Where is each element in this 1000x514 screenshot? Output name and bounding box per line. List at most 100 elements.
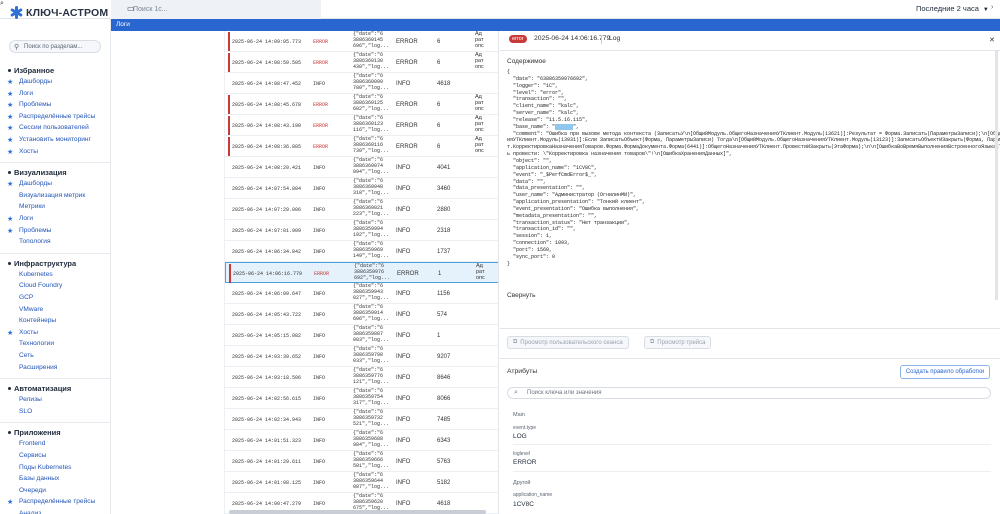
sidebar-section-4[interactable]: Приложения (8, 428, 61, 437)
log-row[interactable]: 2025-06-24 14:07:54.804 INFO {"date":"6 388… (225, 178, 498, 199)
sidebar-item[interactable]: Технологии (19, 340, 54, 347)
sidebar-section-0[interactable]: Избранное (8, 66, 54, 75)
sidebar-section-2[interactable]: Инфраструктура (8, 259, 76, 268)
global-search-input[interactable]: Поиск 1с... (111, 0, 321, 19)
close-icon[interactable]: ✕ (989, 36, 995, 44)
sidebar-item[interactable]: Сеть (19, 352, 34, 359)
sidebar-item[interactable]: ★ Дашборды (7, 180, 52, 188)
log-row[interactable]: 2025-06-24 14:07:29.006 INFO {"date":"6 388… (225, 199, 498, 220)
sidebar-item[interactable]: Базы данных (19, 475, 59, 482)
sidebar-item[interactable]: Релизы (19, 396, 42, 403)
star-icon[interactable]: ★ (7, 227, 13, 235)
sidebar-item[interactable]: Kubernetes (19, 271, 53, 278)
sidebar-item[interactable]: Метрики (19, 203, 45, 210)
horizontal-scrollbar[interactable] (229, 510, 486, 514)
star-icon[interactable]: ★ (7, 78, 13, 86)
star-icon[interactable]: ★ (7, 498, 13, 506)
log-row[interactable]: 2025-06-24 14:01:29.611 INFO {"date":"6 388… (225, 451, 498, 472)
log-row[interactable]: 2025-06-24 14:01:51.323 INFO {"date":"6 388… (225, 430, 498, 451)
view-user-session-button[interactable]: ⧉ Просмотр пользовательского сеанса (507, 336, 629, 349)
sidebar-item[interactable]: Анализ (19, 510, 41, 514)
log-row[interactable]: 2025-06-24 14:02:34.943 INFO {"date":"6 388… (225, 409, 498, 430)
log-row[interactable]: 2025-06-24 14:08:20.421 INFO {"date":"6 388… (225, 157, 498, 178)
log-row[interactable]: 2025-06-24 14:09:05.773 ERROR {"date":"6 38… (225, 31, 498, 52)
log-row[interactable]: 2025-06-24 14:05:43.722 INFO {"date":"6 388… (225, 304, 498, 325)
star-icon[interactable]: ★ (7, 148, 13, 156)
log-row[interactable]: 2025-06-24 14:05:15.082 INFO {"date":"6 388… (225, 325, 498, 346)
sidebar-item[interactable]: ★ Распределённые трейсы (7, 112, 96, 121)
sidebar-item[interactable]: Топология (19, 238, 51, 245)
sidebar-item[interactable]: ★ Хосты (7, 148, 38, 156)
log-row[interactable]: 2025-06-24 14:07:01.909 INFO {"date":"6 388… (225, 220, 498, 241)
log-row[interactable]: 2025-06-24 14:03:18.506 INFO {"date":"6 388… (225, 367, 498, 388)
log-row[interactable]: 2025-06-24 14:08:50.505 ERROR {"date":"6 38… (225, 52, 498, 73)
log-row[interactable]: 2025-06-24 14:08:43.190 ERROR {"date":"6 38… (225, 115, 498, 136)
log-row[interactable]: 2025-06-24 14:06:34.842 INFO {"date":"6 388… (225, 241, 498, 262)
sidebar-search-input[interactable]: ⚲ Поиск по разделам... (9, 40, 101, 53)
sidebar-section-3[interactable]: Автоматизация (8, 384, 71, 393)
star-icon[interactable]: ★ (7, 180, 13, 188)
star-icon[interactable]: ★ (7, 101, 13, 109)
bullet-icon (8, 69, 11, 72)
create-rule-button[interactable]: Создать правило обработки (900, 365, 990, 379)
log-row[interactable]: 2025-06-24 14:06:16.779 ERROR {"date":"6 38… (225, 262, 498, 283)
sidebar-item[interactable]: ★ Проблемы (7, 101, 51, 109)
sidebar-item[interactable]: Cloud Foundry (19, 282, 62, 289)
log-extra: Ад рат опс (476, 263, 485, 281)
star-icon[interactable]: ★ (7, 113, 13, 121)
log-row[interactable]: 2025-06-24 14:03:39.652 INFO {"date":"6 388… (225, 346, 498, 367)
attr-value[interactable]: LOG (513, 433, 527, 440)
attribute-search-input[interactable]: ⌕ Поиск ключа или значения (507, 387, 991, 399)
sidebar-item[interactable]: ★ Дашборды (7, 78, 52, 86)
star-icon[interactable]: ★ (7, 90, 13, 98)
sidebar-section-1[interactable]: Визуализация (8, 168, 67, 177)
global-search-placeholder: Поиск 1с... (133, 6, 168, 13)
terminal-icon[interactable]: ▭ (127, 4, 135, 13)
log-content: {"date":"6 3886359887 003","log... (353, 325, 389, 343)
sidebar-item[interactable]: ★ Логи (7, 90, 33, 98)
sidebar-item[interactable]: ★ Логи (7, 215, 33, 223)
log-value: 4041 (437, 165, 451, 171)
star-icon[interactable]: ★ (7, 215, 13, 223)
view-trace-button[interactable]: ⧉ Просмотр трейса (644, 336, 712, 349)
sidebar-item[interactable]: ★ Распределённые трейсы (7, 498, 95, 506)
log-level: INFO (313, 186, 326, 192)
sidebar-item[interactable]: GCP (19, 294, 33, 301)
attr-value[interactable]: 1CV8C (513, 501, 534, 508)
sidebar-item[interactable]: ★ Сессии пользователей (7, 124, 89, 132)
chevron-right-icon[interactable]: › (991, 4, 993, 11)
sidebar-item-label: Распределённые трейсы (19, 112, 96, 120)
sidebar-item[interactable]: SLO (19, 408, 32, 415)
sidebar-item[interactable]: VMware (19, 306, 43, 313)
time-range-selector[interactable]: Последние 2 часа ▼ (916, 4, 989, 13)
bullet-icon (8, 431, 11, 435)
sidebar-item[interactable]: Визуализация метрик (19, 192, 85, 199)
app-logo[interactable]: КЛЮЧ-АСТРОМ (10, 6, 108, 19)
log-row[interactable]: 2025-06-24 14:08:45.678 ERROR {"date":"6 38… (225, 94, 498, 115)
sidebar-item[interactable]: Расширения (19, 364, 57, 371)
star-icon[interactable]: ★ (7, 124, 13, 132)
log-row[interactable]: 2025-06-24 14:06:09.647 INFO {"date":"6 388… (225, 283, 498, 304)
log-value: 1737 (437, 249, 451, 255)
log-loglevel: INFO (396, 186, 411, 192)
sidebar-item[interactable]: ★ Хосты (7, 329, 38, 337)
sidebar-item[interactable]: Очереди (19, 487, 46, 494)
collapse-link[interactable]: Свернуть (507, 292, 536, 299)
attr-value[interactable]: ERROR (513, 459, 536, 466)
breadcrumb-label[interactable]: Логи (116, 21, 130, 28)
log-row[interactable]: 2025-06-24 14:02:56.615 INFO {"date":"6 388… (225, 388, 498, 409)
star-icon[interactable]: ★ (7, 329, 13, 337)
sidebar-item[interactable]: Контейнеры (19, 317, 56, 324)
log-loglevel: INFO (396, 375, 411, 381)
log-row[interactable]: 2025-06-24 14:08:36.805 ERROR {"date":"6 38… (225, 136, 498, 157)
star-icon[interactable]: ★ (7, 136, 13, 144)
log-row[interactable]: 2025-06-24 14:01:08.125 INFO {"date":"6 388… (225, 472, 498, 493)
log-row[interactable]: 2025-06-24 14:08:47.452 INFO {"date":"6 388… (225, 73, 498, 94)
sidebar-item[interactable]: Сервисы (19, 452, 46, 459)
sidebar-item[interactable]: ★ Установить мониторинг (7, 136, 91, 144)
vertical-scrollbar[interactable] (995, 50, 998, 300)
sidebar-item[interactable]: ★ Проблемы (7, 227, 51, 235)
sidebar-item[interactable]: Поды Kubernetes (19, 464, 71, 471)
sidebar-item[interactable]: Frontend (19, 440, 45, 447)
sidebar-item-label: Kubernetes (19, 270, 53, 278)
